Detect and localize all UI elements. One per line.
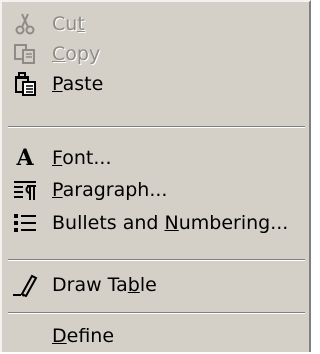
menu-item-label: Font...	[52, 147, 112, 169]
menu-separator	[8, 126, 305, 128]
menu-separator	[8, 259, 305, 261]
menu-item-paragraph[interactable]: Paragraph...	[2, 172, 307, 208]
menu-separator	[8, 312, 305, 314]
font-icon: A	[16, 145, 34, 171]
menu-item-label: Bullets and Numbering...	[52, 212, 289, 234]
menu-item-bullets-numbering[interactable]: Bullets and Numbering...	[2, 205, 307, 241]
menu-item-label: Draw Table	[52, 274, 157, 296]
menu-item-label: Define	[52, 325, 115, 347]
menu-item-paste[interactable]: Paste	[2, 66, 307, 102]
bullets-icon	[12, 210, 38, 236]
menu-item-font[interactable]: A Font...	[2, 140, 307, 176]
menu-item-draw-table[interactable]: Draw Table	[2, 267, 307, 303]
context-menu: Cut Copy Paste A Font... Paragraph... Bu…	[0, 0, 311, 352]
copy-icon	[12, 41, 38, 67]
scissors-icon	[12, 11, 38, 37]
menu-item-define[interactable]: Define	[2, 318, 307, 354]
paragraph-icon	[12, 177, 38, 203]
menu-item-label: Paragraph...	[52, 179, 168, 201]
menu-item-label: Paste	[52, 73, 104, 95]
draw-table-icon	[12, 272, 38, 298]
menu-item-label: Copy	[52, 43, 101, 65]
menu-item-label: Cut	[52, 13, 85, 35]
paste-icon	[12, 71, 38, 97]
